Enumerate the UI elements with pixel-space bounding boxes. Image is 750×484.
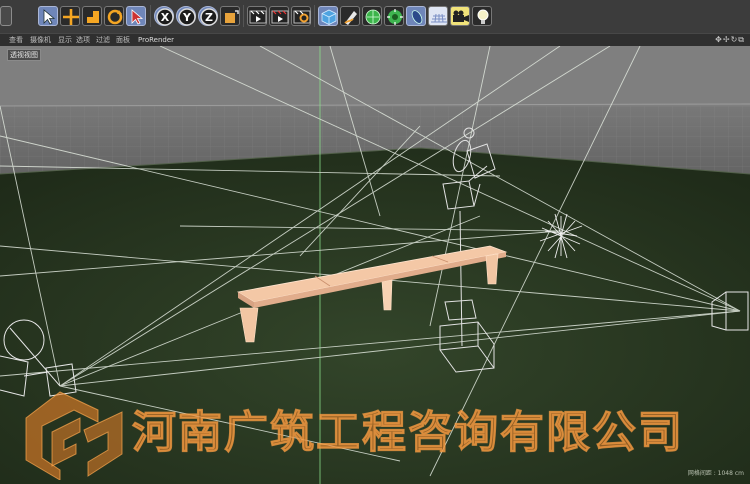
toggle-views-icon[interactable]: ⧉ xyxy=(738,35,744,44)
scale-icon[interactable] xyxy=(82,6,102,26)
cinema4d-window: X Y Z 查看 摄像机 显示 选项 过滤 面板 ProRender ✥✢↻⧉ … xyxy=(0,0,750,484)
svg-text:X: X xyxy=(161,11,170,24)
svg-text:Y: Y xyxy=(182,11,192,24)
rotate-icon[interactable] xyxy=(104,6,124,26)
pan-icon[interactable]: ✥ xyxy=(715,35,722,44)
coordinate-system-icon[interactable] xyxy=(220,6,240,26)
render-settings-icon[interactable] xyxy=(291,6,311,26)
x-axis-icon[interactable]: X xyxy=(154,6,174,26)
orbit-icon[interactable]: ↻ xyxy=(731,35,738,44)
viewport-menubar: 查看 摄像机 显示 选项 过滤 面板 ProRender ✥✢↻⧉ xyxy=(0,33,750,46)
menu-panel[interactable]: 面板 xyxy=(116,35,130,45)
menu-prorender[interactable]: ProRender xyxy=(138,35,174,45)
cube-icon[interactable] xyxy=(318,6,338,26)
viewport-nav-icons: ✥✢↻⧉ xyxy=(714,35,744,45)
select-arrow-icon[interactable] xyxy=(38,6,58,26)
render-to-picture-viewer-icon[interactable] xyxy=(269,6,289,26)
svg-text:Z: Z xyxy=(205,11,213,24)
toolbar-handle[interactable] xyxy=(0,6,12,26)
company-watermark: 河南广筑工程咨询有限公司 xyxy=(22,388,732,480)
environment-icon[interactable] xyxy=(406,6,426,26)
live-selection-icon[interactable] xyxy=(126,6,146,26)
company-name: 河南广筑工程咨询有限公司 xyxy=(132,407,684,459)
deformer-icon[interactable] xyxy=(384,6,404,26)
floor-icon[interactable] xyxy=(428,6,448,26)
subdivision-icon[interactable] xyxy=(362,6,382,26)
pen-icon[interactable] xyxy=(340,6,360,26)
render-view-icon[interactable] xyxy=(247,6,267,26)
main-toolbar: X Y Z xyxy=(0,0,750,33)
grid-spacing-readout: 网格间距 : 1048 cm xyxy=(687,470,744,477)
camera-icon[interactable] xyxy=(450,6,470,26)
z-axis-icon[interactable]: Z xyxy=(198,6,218,26)
menu-display[interactable]: 显示 xyxy=(58,35,72,45)
perspective-viewport[interactable]: 透视视图 河南广筑工程咨询有限公司 网格间距: 1048 cm xyxy=(0,46,750,484)
viewport-label: 透视视图 xyxy=(7,49,41,61)
y-axis-icon[interactable]: Y xyxy=(176,6,196,26)
menu-options[interactable]: 选项 xyxy=(76,35,90,45)
move-icon[interactable] xyxy=(60,6,80,26)
move-view-icon[interactable]: ✢ xyxy=(723,35,730,44)
menu-filter[interactable]: 过滤 xyxy=(96,35,110,45)
menu-cameras[interactable]: 摄像机 xyxy=(30,35,51,45)
company-logo xyxy=(25,391,123,480)
light-icon[interactable] xyxy=(472,6,492,26)
menu-view[interactable]: 查看 xyxy=(9,35,23,45)
